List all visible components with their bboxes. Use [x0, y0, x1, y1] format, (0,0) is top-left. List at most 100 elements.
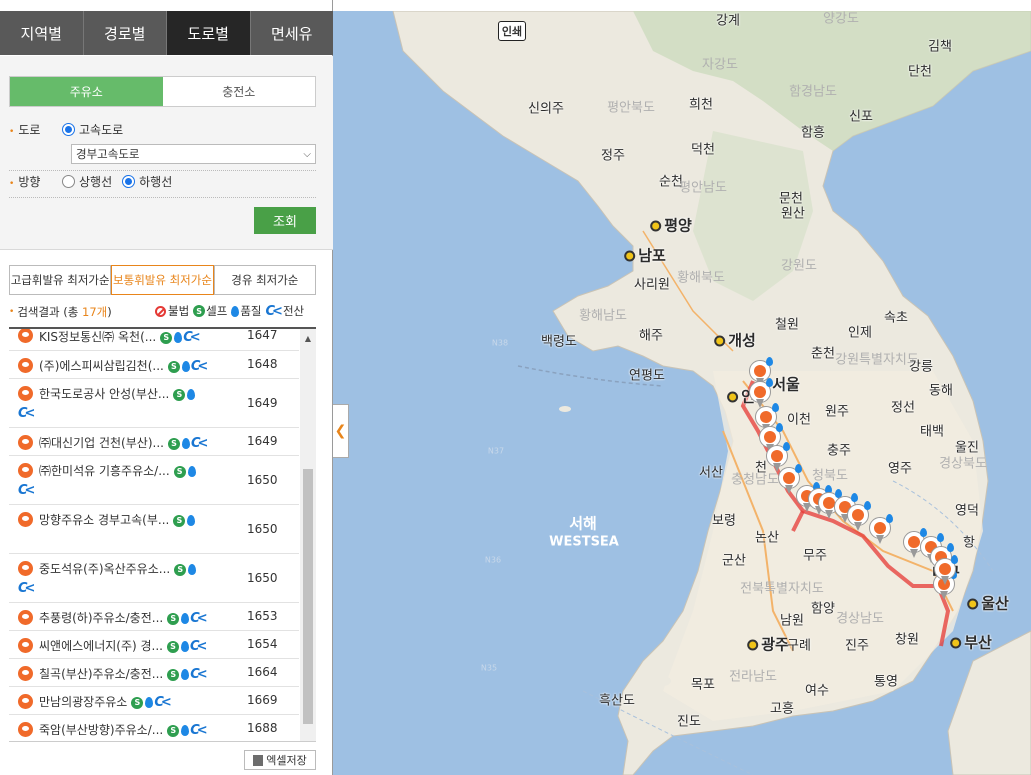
map-gridline-label: N35: [480, 663, 498, 673]
map-label-city: 울산: [967, 593, 1009, 614]
list-item[interactable]: ㈜한미석유 기흥주유소/... S C< 1650: [9, 456, 299, 505]
direction-row: 방향 상행선 하행선: [9, 173, 182, 190]
map-label: 신포: [849, 109, 873, 125]
map-label: 희천: [689, 97, 713, 113]
map-label: 강릉: [909, 359, 933, 375]
station-price: 1650: [247, 473, 278, 487]
legend-quality: 품질: [240, 304, 262, 318]
tab-tax-free[interactable]: 면세유: [251, 11, 334, 55]
tab-route[interactable]: 경로별: [84, 11, 167, 55]
tab-diesel[interactable]: 경유 최저가순: [213, 265, 316, 295]
map-canvas: [392, 11, 1031, 775]
station-name: ㈜한미석유 기흥주유소/...: [39, 464, 170, 478]
excel-icon: [253, 754, 264, 766]
station-icon: [18, 512, 33, 527]
map-label-city: 남포: [624, 245, 666, 266]
station-icon: [18, 386, 33, 401]
tab-premium-gasoline[interactable]: 고급휘발유 최저가순: [9, 265, 112, 295]
map-label: 속초: [884, 310, 908, 326]
map-label: 진주: [845, 638, 869, 654]
quality-icon: [181, 438, 190, 449]
radio-expressway[interactable]: 고속도로: [62, 121, 123, 138]
list-item[interactable]: 씨앤에스에너지(주) 경... S C< 1654: [9, 631, 299, 659]
map-view[interactable]: 인쇄 강계 양강도 김책 자강도 단천 함경남도 신의주 평안북도 희천 함흥 …: [333, 11, 1031, 775]
ecard-icon: C<: [190, 723, 208, 738]
list-item[interactable]: KIS정보통신㈜ 옥천(... S C< 1647: [9, 329, 299, 351]
radio-downbound[interactable]: 하행선: [122, 173, 172, 190]
list-item[interactable]: 중도석유(주)옥산주유소... S C< 1650: [9, 554, 299, 603]
print-button[interactable]: 인쇄: [498, 21, 526, 41]
road-select[interactable]: 경부고속도로 ⌵: [71, 144, 316, 164]
station-icon: [18, 722, 33, 737]
list-item[interactable]: 한국도로공사 안성(부산... S C< 1649: [9, 379, 299, 428]
tab-regular-gasoline[interactable]: 보통휘발유 최저가순: [111, 265, 214, 295]
list-item[interactable]: 망향주유소 경부고속(부... S 1650: [9, 505, 299, 554]
collapse-panel-button[interactable]: ❮: [333, 404, 349, 458]
map-label: 양강도: [823, 11, 859, 27]
station-name: 칠곡(부산)주유소/충전...: [39, 667, 164, 681]
map-label: 흑산도: [599, 693, 635, 709]
station-marker[interactable]: [847, 501, 871, 532]
map-label: 진도: [677, 714, 701, 730]
station-marker[interactable]: [934, 555, 958, 586]
scroll-thumb[interactable]: [303, 469, 313, 724]
self-icon: S: [167, 668, 180, 681]
station-price: 1669: [247, 693, 278, 707]
radio-upbound[interactable]: 상행선: [62, 173, 112, 190]
map-label: 고흥: [770, 701, 794, 717]
quality-icon: [180, 641, 189, 652]
search-button[interactable]: 조회: [254, 207, 316, 234]
station-marker[interactable]: [749, 378, 773, 409]
direction-label: 방향: [9, 173, 62, 190]
road-select-value: 경부고속도로: [76, 147, 140, 161]
list-item[interactable]: 추풍령(하)주유소/충전... S C< 1653: [9, 603, 299, 631]
list-item[interactable]: ㈜대신기업 건천(부산)... S C< 1649: [9, 428, 299, 456]
ecard-icon: C<: [190, 611, 208, 626]
legend: 불법 S 셀프 품질 C< 전산: [155, 303, 304, 319]
excel-save-button[interactable]: 엑셀저장: [244, 750, 316, 770]
list-item[interactable]: 만남의광장주유소 S C< 1669: [9, 687, 299, 715]
station-icon: [18, 435, 33, 450]
map-label: 김책: [928, 39, 952, 55]
map-label: 덕천: [691, 142, 715, 158]
station-name: 씨앤에스에너지(주) 경...: [39, 639, 163, 653]
map-label: 강원특별자치도: [835, 352, 919, 368]
quality-icon: [181, 669, 190, 680]
scroll-up-icon[interactable]: ▲: [300, 331, 316, 345]
station-marker[interactable]: [869, 514, 893, 545]
map-label: 정주: [601, 148, 625, 164]
list-item[interactable]: (주)에스피씨삼립김천(... S C< 1648: [9, 351, 299, 379]
map-label: 서산: [699, 465, 723, 481]
map-label-city: 광주: [747, 634, 789, 655]
map-label: 무주: [803, 548, 827, 564]
quality-icon: [181, 725, 190, 736]
tab-gas-station[interactable]: 주유소: [10, 77, 163, 106]
station-icon: [18, 329, 33, 343]
map-label: 남원: [780, 613, 804, 629]
map-gridline-label: N37: [487, 446, 505, 456]
map-label: 황해북도: [677, 270, 725, 286]
list-scrollbar[interactable]: ▲: [300, 329, 316, 741]
tab-road[interactable]: 도로별: [167, 11, 251, 55]
station-price: 1650: [247, 522, 278, 536]
tab-region[interactable]: 지역별: [0, 11, 84, 55]
map-label: 신의주: [528, 101, 564, 117]
map-label: 춘천: [811, 346, 835, 362]
radio-expressway-dot[interactable]: [62, 123, 75, 136]
map-label: 전북특별자치도: [740, 581, 824, 597]
tab-charging-station[interactable]: 충전소: [163, 77, 316, 106]
map-label: 함경남도: [789, 84, 837, 100]
list-item[interactable]: 죽암(부산방향)주유소/... S C< 1688: [9, 715, 299, 741]
radio-upbound-dot[interactable]: [62, 175, 75, 188]
map-label-sea: WESTSEA: [549, 534, 619, 550]
quality-icon: [231, 305, 240, 317]
station-name: 망향주유소 경부고속(부...: [39, 513, 170, 527]
station-icon: [18, 638, 33, 653]
map-label: 철원: [775, 317, 799, 333]
list-item[interactable]: 칠곡(부산)주유소/충전... S C< 1664: [9, 659, 299, 687]
map-label: 평안북도: [607, 100, 655, 116]
map-label: 목포: [691, 677, 715, 693]
self-icon: S: [167, 612, 180, 625]
ecard-icon: C<: [189, 639, 208, 654]
radio-downbound-dot[interactable]: [122, 175, 136, 188]
